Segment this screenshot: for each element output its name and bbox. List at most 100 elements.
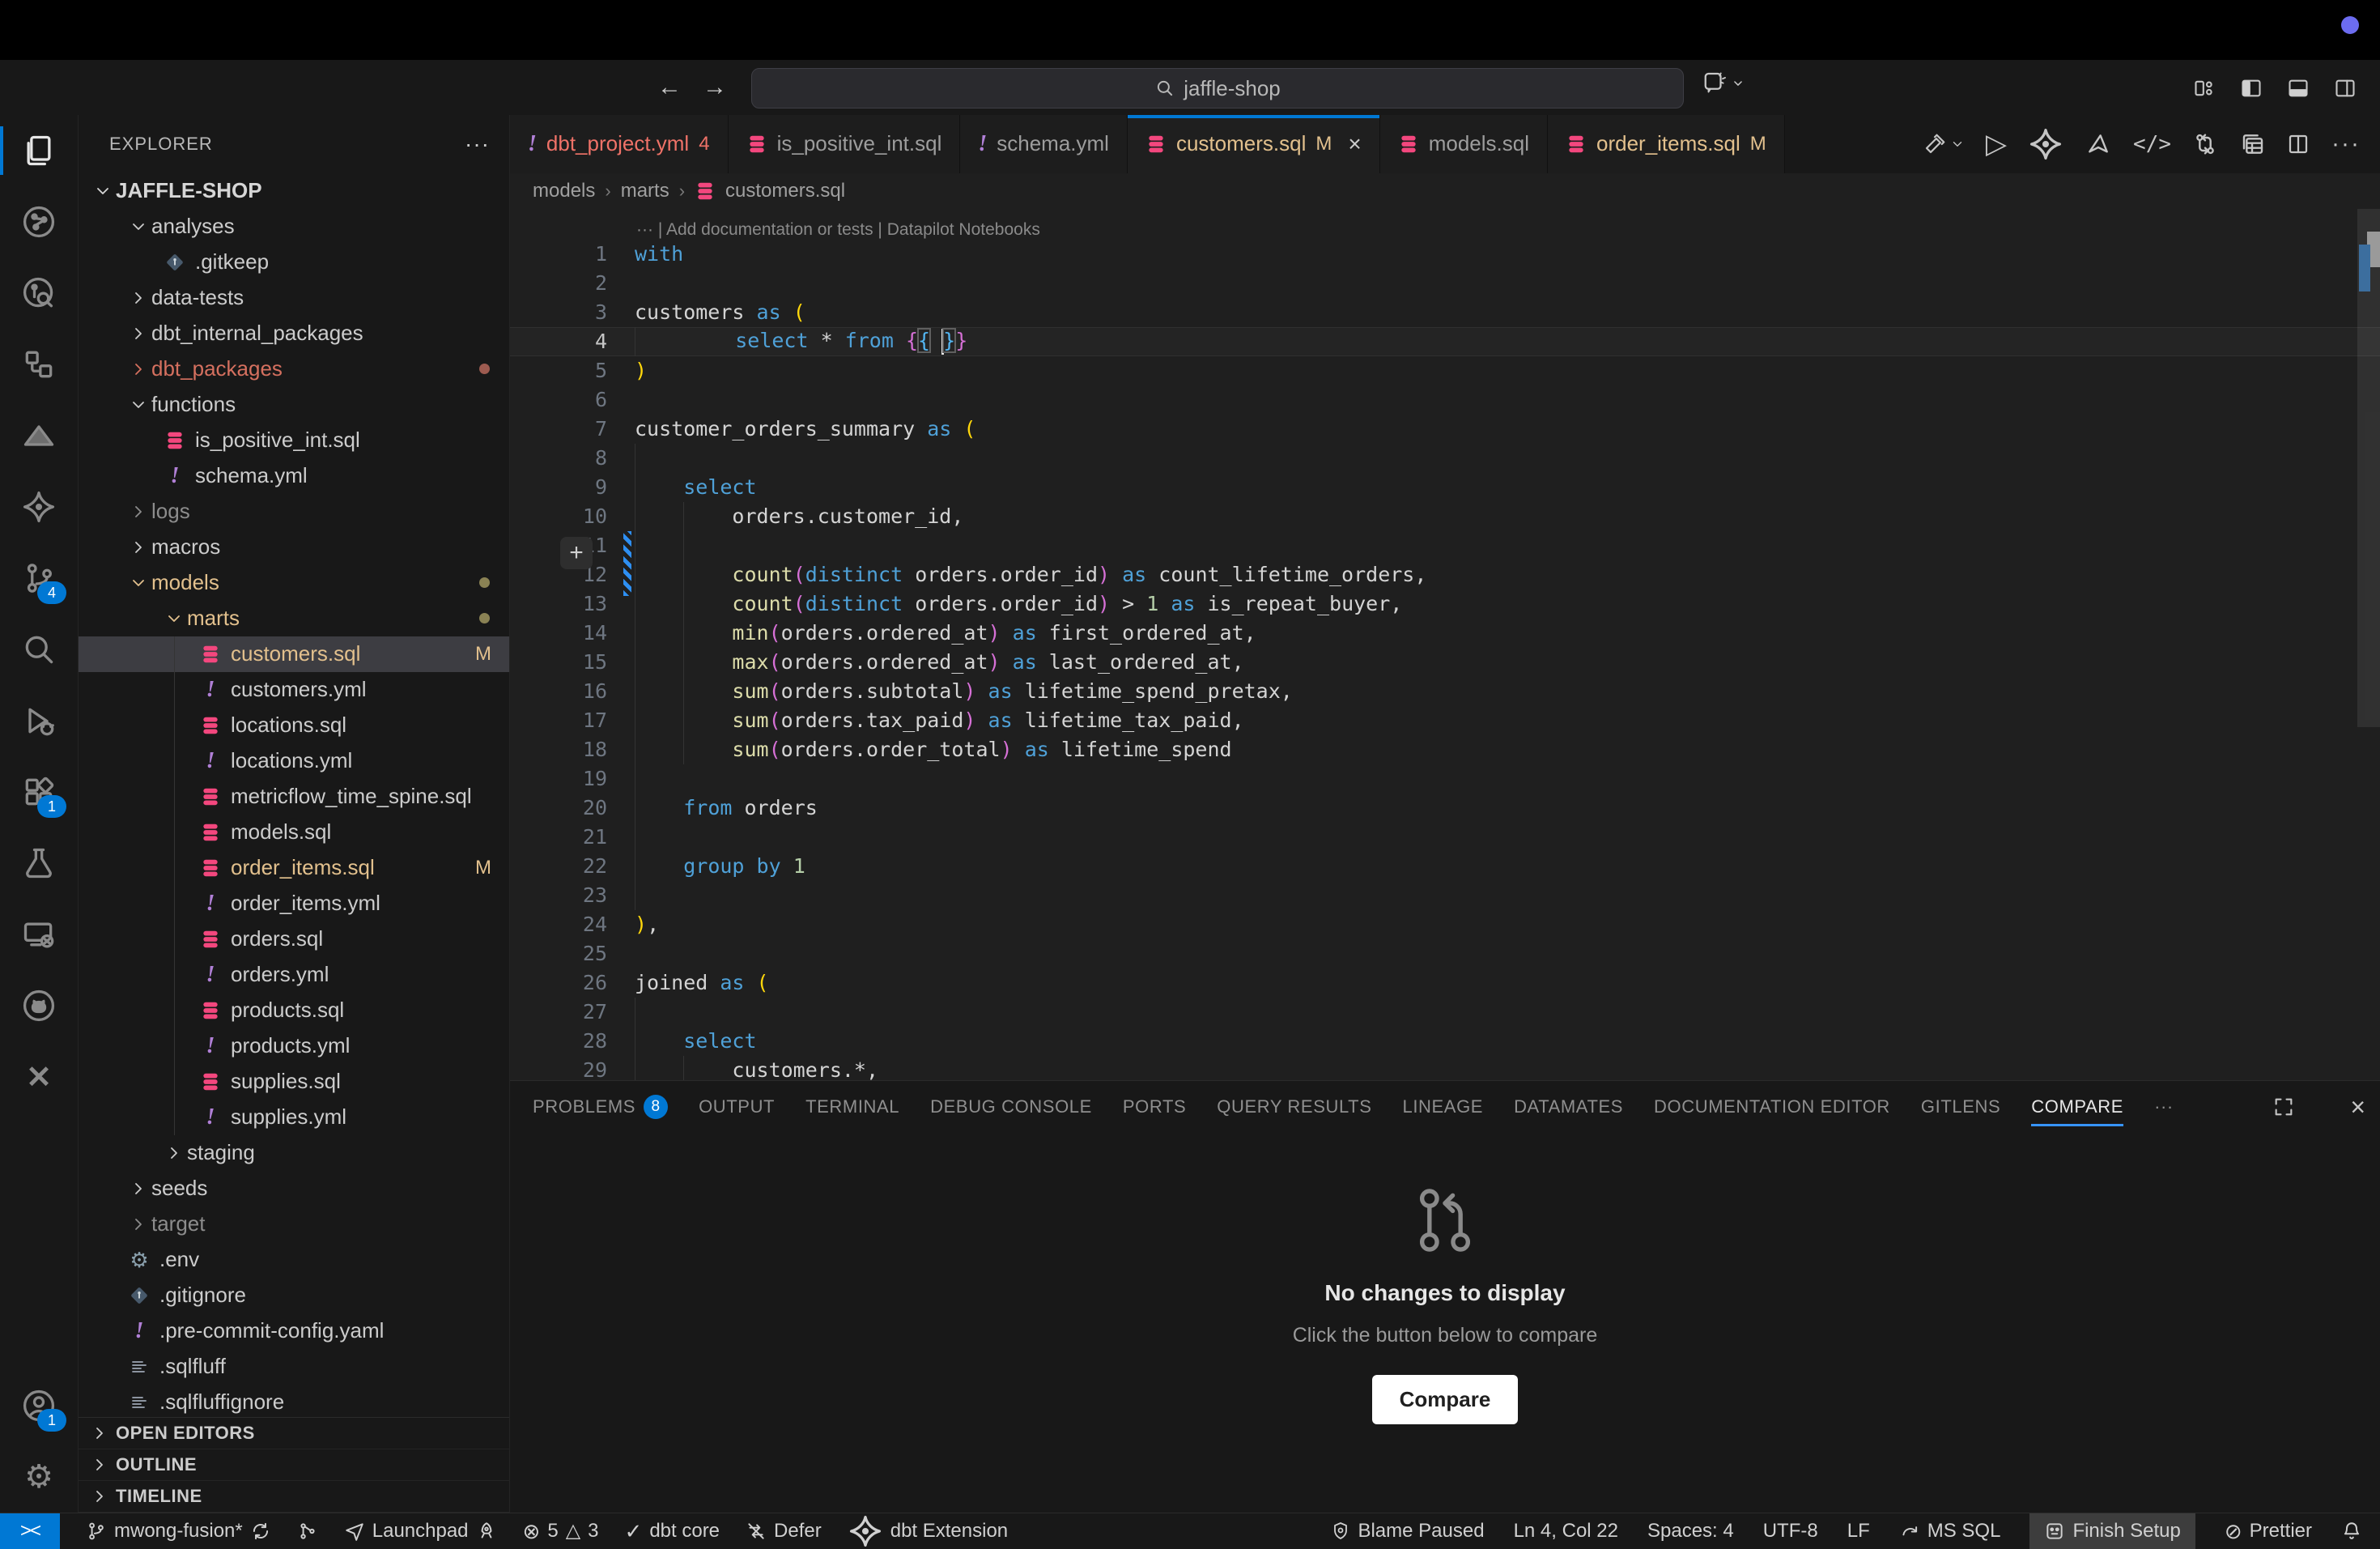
prettier-status[interactable]: ⊘Prettier: [2225, 1520, 2312, 1543]
notifications-bell[interactable]: [2341, 1521, 2362, 1542]
panel-tab-problems[interactable]: PROBLEMS8: [533, 1081, 668, 1133]
activity-source-control-button[interactable]: 4: [0, 543, 78, 614]
toggle-sidebar-left-icon[interactable]: [2239, 77, 2263, 98]
code-line-16[interactable]: 16 sum(orders.subtotal) as lifetime_spen…: [510, 677, 2380, 706]
tree-item-functions[interactable]: functions: [79, 387, 509, 423]
maximize-panel-icon[interactable]: [2272, 1096, 2295, 1118]
tab-models-sql[interactable]: models.sql: [1380, 115, 1548, 173]
activity-graph-search-circle-button[interactable]: [0, 257, 78, 329]
language-mode[interactable]: MS SQL: [1899, 1520, 2001, 1543]
tree-item-products-yml[interactable]: !products.yml: [79, 1028, 509, 1064]
code-line-6[interactable]: 6: [510, 385, 2380, 415]
activity-symbols-button[interactable]: [0, 329, 78, 400]
compare-arrows-action-icon[interactable]: [2192, 131, 2218, 157]
code-line-12[interactable]: 12 count(distinct orders.order_id) as co…: [510, 560, 2380, 589]
branch-indicator[interactable]: mwong-fusion*: [86, 1520, 271, 1543]
tree-item-staging[interactable]: staging: [79, 1135, 509, 1171]
dbt-extension-status[interactable]: dbt Extension: [848, 1513, 1008, 1549]
problems-indicator[interactable]: ⊗5△3: [523, 1520, 599, 1543]
code-line-14[interactable]: 14 min(orders.ordered_at) as first_order…: [510, 619, 2380, 648]
code-line-26[interactable]: 26joined as (: [510, 968, 2380, 998]
activity-extensions-button[interactable]: 1: [0, 756, 78, 828]
table-copy-action-icon[interactable]: [2239, 131, 2265, 157]
indentation[interactable]: Spaces: 4: [1647, 1520, 1734, 1543]
code-line-24[interactable]: 24),: [510, 910, 2380, 939]
panel-tab-ports[interactable]: PORTS: [1123, 1081, 1186, 1133]
code-line-1[interactable]: 1with: [510, 240, 2380, 269]
tab-is-positive-int-sql[interactable]: is_positive_int.sql: [729, 115, 961, 173]
code-line-11[interactable]: 11: [510, 531, 2380, 560]
code-line-21[interactable]: 21: [510, 823, 2380, 852]
code-line-10[interactable]: 10 orders.customer_id,: [510, 502, 2380, 531]
activity-remote-explorer-button[interactable]: [0, 899, 78, 970]
tree-item--gitignore[interactable]: .gitignore: [79, 1278, 509, 1313]
tree-item-logs[interactable]: logs: [79, 494, 509, 530]
code-line-8[interactable]: 8: [510, 444, 2380, 473]
code-line-22[interactable]: 22 group by 1: [510, 852, 2380, 881]
cursor-position[interactable]: Ln 4, Col 22: [1514, 1520, 1618, 1543]
toggle-sidebar-right-icon[interactable]: [2333, 77, 2357, 98]
tab-order-items-sql[interactable]: order_items.sqlM: [1548, 115, 1785, 173]
code-line-28[interactable]: 28 select: [510, 1027, 2380, 1056]
activity-files-button[interactable]: [0, 115, 78, 186]
panel-tab-datamates[interactable]: DATAMATES: [1514, 1081, 1623, 1133]
compare-button[interactable]: Compare: [1372, 1375, 1519, 1424]
codelens-actions[interactable]: ··· | Add documentation or tests | Datap…: [510, 209, 2380, 240]
breadcrumb-item[interactable]: marts: [621, 180, 669, 202]
back-arrow-icon[interactable]: ←: [657, 74, 682, 101]
activity-settings-gear-button[interactable]: ⚙: [0, 1441, 78, 1513]
breadcrumb-item[interactable]: customers.sql: [725, 180, 845, 202]
tree-item-target[interactable]: target: [79, 1206, 509, 1242]
altimate-a-action-icon[interactable]: [2085, 131, 2112, 157]
code-line-7[interactable]: 7customer_orders_summary as (: [510, 415, 2380, 444]
tree-item-data-tests[interactable]: data-tests: [79, 280, 509, 316]
explorer-more-icon[interactable]: ···: [465, 131, 490, 157]
tree-item-schema-yml[interactable]: !schema.yml: [79, 458, 509, 494]
encoding[interactable]: UTF-8: [1763, 1520, 1818, 1543]
panel-tab-gitlens[interactable]: GITLENS: [1921, 1081, 2000, 1133]
copilot-menu-button[interactable]: [1702, 70, 1744, 94]
activity-datapilot-mountain-button[interactable]: [0, 400, 78, 471]
tree-item-orders-sql[interactable]: orders.sql: [79, 921, 509, 957]
tree-item-customers-yml[interactable]: !customers.yml: [79, 672, 509, 708]
hammer-action-icon[interactable]: [1923, 132, 1965, 156]
activity-run-debug-button[interactable]: [0, 685, 78, 756]
panel-tab-compare[interactable]: COMPARE: [2031, 1081, 2123, 1133]
code-line-18[interactable]: 18 sum(orders.order_total) as lifetime_s…: [510, 735, 2380, 764]
sidebar-section-outline[interactable]: OUTLINE: [79, 1449, 509, 1481]
tree-item--env[interactable]: ⚙.env: [79, 1242, 509, 1278]
code-line-13[interactable]: 13 count(distinct orders.order_id) > 1 a…: [510, 589, 2380, 619]
defer-toggle[interactable]: Defer: [746, 1520, 822, 1543]
panel-tab-lineage[interactable]: LINEAGE: [1402, 1081, 1483, 1133]
finish-setup-button[interactable]: Finish Setup: [2029, 1513, 2195, 1549]
code-line-4[interactable]: 4 select * from {{ }}: [510, 327, 2380, 356]
panel-tab-output[interactable]: OUTPUT: [699, 1081, 775, 1133]
code-line-3[interactable]: 3customers as (: [510, 298, 2380, 327]
activity-dbt-star-button[interactable]: [0, 471, 78, 543]
tree-item-dbt-packages[interactable]: dbt_packages: [79, 351, 509, 387]
close-panel-icon[interactable]: ×: [2350, 1092, 2365, 1122]
tree-item-macros[interactable]: macros: [79, 530, 509, 565]
code-line-29[interactable]: 29 customers.*,: [510, 1056, 2380, 1080]
code-line-9[interactable]: 9 select: [510, 473, 2380, 502]
tree-item-jaffle-shop[interactable]: JAFFLE-SHOP: [79, 173, 509, 209]
tree-item-order-items-sql[interactable]: order_items.sqlM: [79, 850, 509, 886]
activity-x-solid-button[interactable]: ✕: [0, 1041, 78, 1113]
tree-item-supplies-sql[interactable]: supplies.sql: [79, 1064, 509, 1100]
panel-tab-documentation-editor[interactable]: DOCUMENTATION EDITOR: [1654, 1081, 1890, 1133]
code-editor[interactable]: ··· | Add documentation or tests | Datap…: [510, 209, 2380, 1080]
eol[interactable]: LF: [1847, 1520, 1870, 1543]
tree-item-models-sql[interactable]: models.sql: [79, 815, 509, 850]
tree-item--gitkeep[interactable]: .gitkeep: [79, 245, 509, 280]
sidebar-section-timeline[interactable]: TIMELINE: [79, 1481, 509, 1513]
code-line-20[interactable]: 20 from orders: [510, 794, 2380, 823]
panel-tab-query-results[interactable]: QUERY RESULTS: [1217, 1081, 1371, 1133]
tree-item-is-positive-int-sql[interactable]: is_positive_int.sql: [79, 423, 509, 458]
forward-arrow-icon[interactable]: →: [703, 74, 727, 101]
play-action-icon[interactable]: ▷: [1986, 128, 2007, 160]
tab-dbt-project-yml[interactable]: !dbt_project.yml4: [510, 115, 729, 173]
commit-graph-button[interactable]: [297, 1521, 318, 1542]
dbt-star-action-icon[interactable]: [2028, 126, 2063, 162]
tree-item-orders-yml[interactable]: !orders.yml: [79, 957, 509, 993]
breadcrumb-item[interactable]: models: [533, 180, 595, 202]
